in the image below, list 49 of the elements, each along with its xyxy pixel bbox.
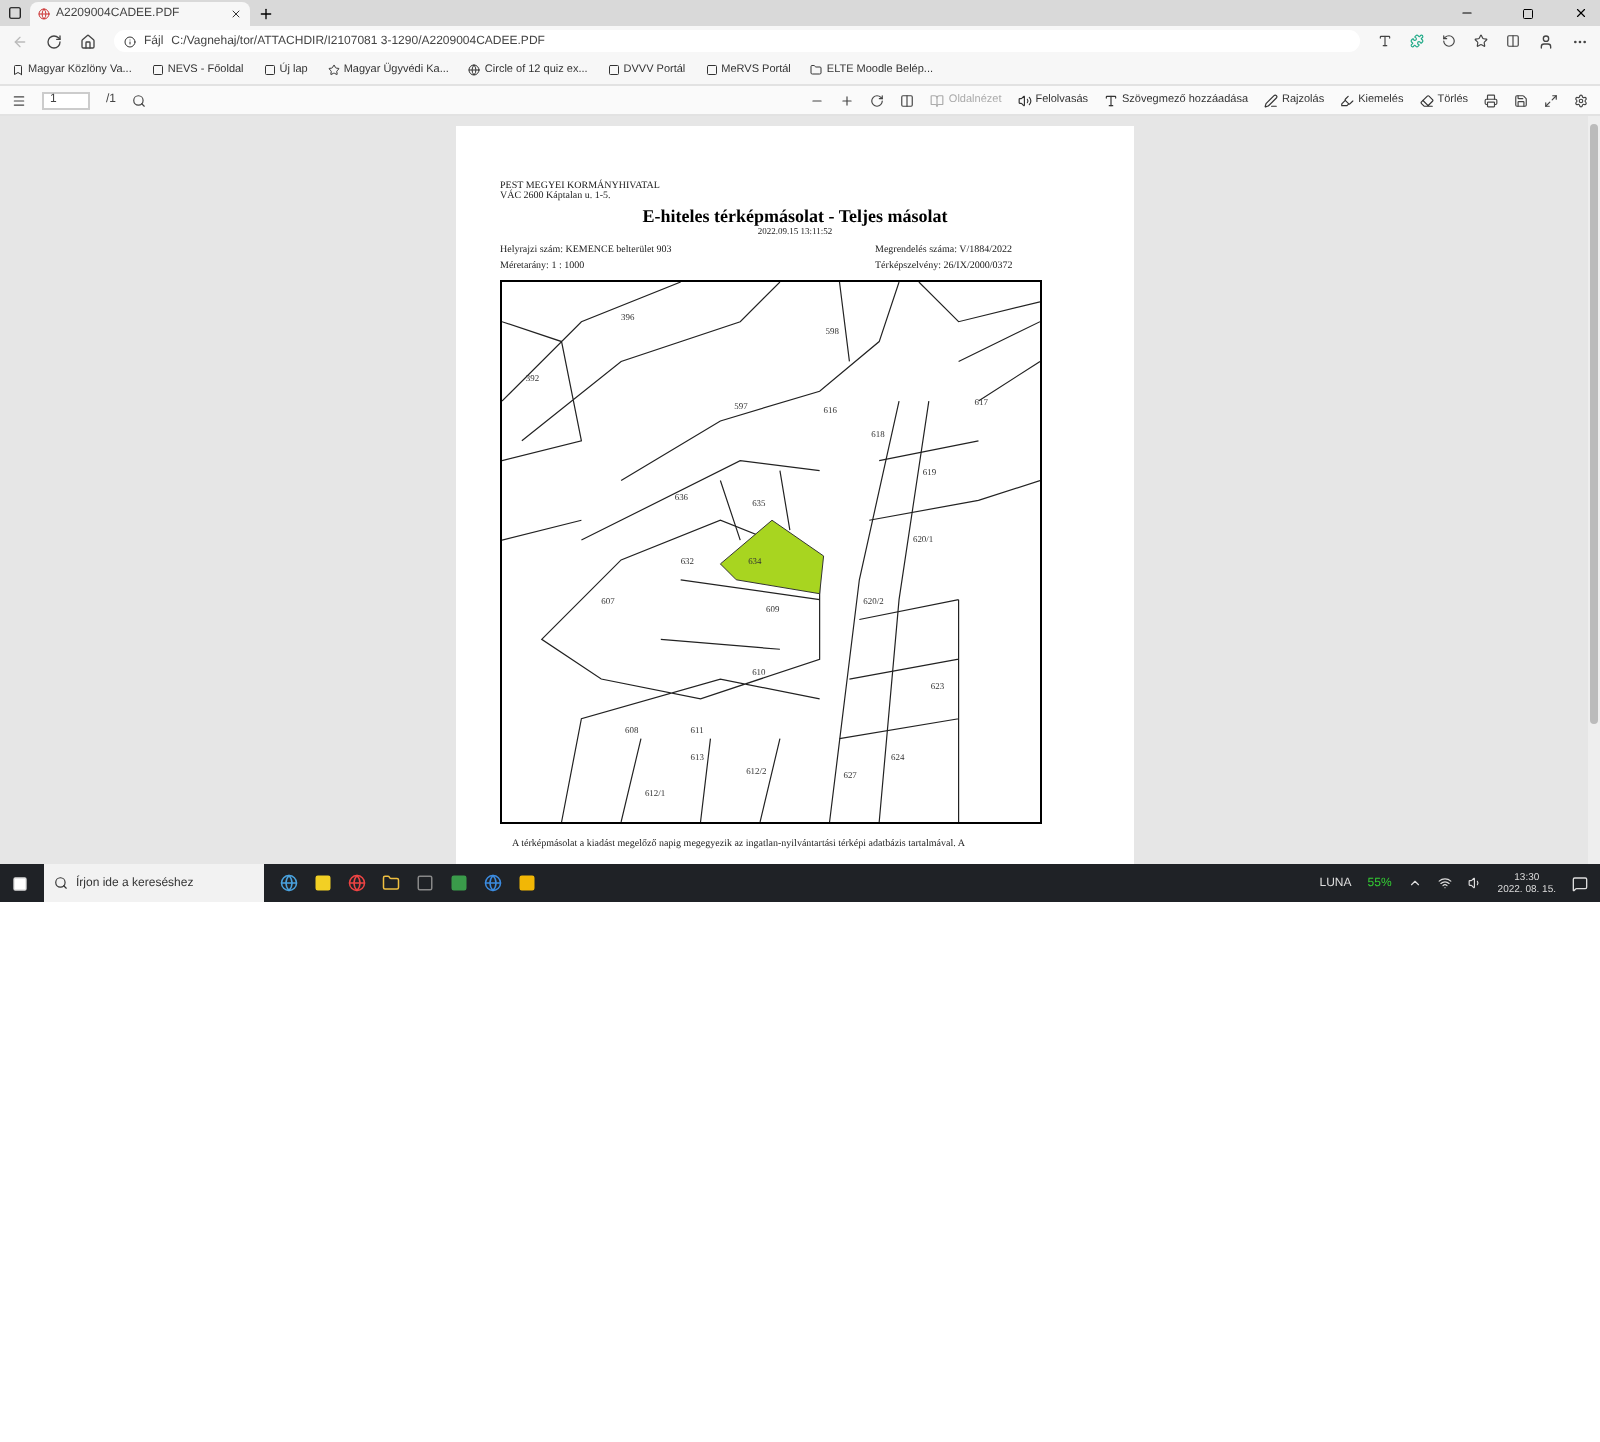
favicon-icon [810,64,823,76]
network-icon[interactable] [1437,876,1452,890]
document-title: E-hiteles térképmásolat - Teljes másolat [640,206,950,226]
minimize-icon[interactable] [1460,6,1474,20]
app-icon[interactable] [416,874,434,892]
info-icon [124,35,136,47]
print-icon[interactable] [1484,93,1498,107]
search-icon [54,876,68,890]
rotate-icon[interactable] [870,93,885,107]
app-icon[interactable] [518,874,536,892]
tool-icon [1419,93,1434,107]
tool-icon [930,93,945,107]
settings-icon[interactable] [1574,93,1588,107]
scrollbar[interactable] [1588,116,1600,864]
tray-expand-icon[interactable] [1407,876,1422,890]
favicon-icon [468,64,481,76]
browser-icon[interactable] [484,874,502,892]
favicon-icon [607,64,620,76]
browser-icon[interactable] [348,874,366,892]
search-icon[interactable] [132,93,147,107]
zoom-in-icon[interactable] [840,93,855,107]
new-tab-icon[interactable] [258,6,274,22]
favicon-icon [151,64,164,76]
notifications-icon[interactable] [1572,875,1588,891]
folder-icon[interactable] [382,874,400,892]
favicon-icon [12,64,24,76]
menu-icon[interactable] [12,93,26,107]
tool-icon [1264,93,1278,107]
start-icon[interactable] [12,875,28,891]
tool-icon [1017,93,1032,107]
maximize-icon[interactable] [1522,8,1534,20]
profile-icon[interactable] [1538,33,1554,49]
refresh-icon[interactable] [46,33,62,49]
fullscreen-icon[interactable] [1544,93,1558,107]
refresh-icon[interactable] [1442,34,1456,48]
close-icon[interactable] [1574,6,1588,20]
extension-icon[interactable] [1410,34,1424,48]
tool-icon [1340,93,1355,107]
favicon-icon [327,64,340,76]
favorites-icon[interactable] [1474,34,1488,48]
selected-parcel [719,519,825,595]
save-icon[interactable] [1514,93,1528,107]
volume-icon[interactable] [1467,876,1482,890]
favicon-icon [263,64,276,76]
favicon-icon [705,64,718,76]
tool-icon [1104,93,1119,107]
close-icon[interactable] [230,8,242,20]
browser-icon[interactable] [280,874,298,892]
home-icon[interactable] [80,33,96,49]
